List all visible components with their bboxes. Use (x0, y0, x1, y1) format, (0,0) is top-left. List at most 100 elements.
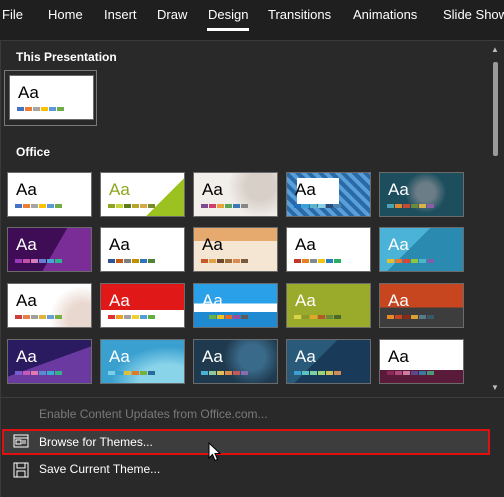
active-tab-indicator (207, 28, 249, 31)
color-swatch (294, 371, 301, 375)
color-swatch (55, 371, 62, 375)
tab-slide-show[interactable]: Slide Show (443, 7, 504, 22)
tab-home[interactable]: Home (48, 7, 83, 22)
tab-file[interactable]: File (2, 7, 23, 22)
theme-wisp[interactable]: Aa (379, 227, 464, 272)
scroll-up-arrow-icon[interactable]: ▲ (491, 45, 499, 54)
color-swatch (108, 315, 115, 319)
mouse-cursor-icon (208, 442, 222, 462)
color-swatch (225, 204, 232, 208)
color-swatch (148, 371, 155, 375)
theme-badge[interactable]: Aa (100, 283, 185, 328)
color-swatch (15, 371, 22, 375)
color-swatch (41, 107, 48, 111)
theme-color-swatches (15, 204, 62, 208)
theme-sample-text: Aa (202, 291, 223, 310)
color-swatch (39, 315, 46, 319)
color-swatch (140, 259, 147, 263)
save-current-theme-item[interactable]: Save Current Theme... (2, 457, 490, 483)
scrollbar-thumb[interactable] (493, 62, 498, 156)
scroll-down-arrow-icon[interactable]: ▼ (491, 383, 499, 392)
theme-facet[interactable]: Aa (100, 172, 185, 217)
theme-this-presentation[interactable]: Aa (9, 75, 94, 120)
tab-animations[interactable]: Animations (353, 7, 417, 22)
color-swatch (334, 259, 341, 263)
theme-color-swatches (201, 259, 248, 263)
color-swatch (302, 371, 309, 375)
theme-vapor-trail[interactable]: Aa (7, 339, 92, 384)
theme-color-swatches (294, 259, 341, 263)
color-swatch (334, 315, 341, 319)
theme-parcel[interactable]: Aa (7, 283, 92, 328)
theme-ion[interactable]: Aa (379, 172, 464, 217)
theme-wood-type[interactable]: Aa (193, 227, 278, 272)
color-swatch (318, 259, 325, 263)
color-swatch (23, 204, 30, 208)
color-swatch (241, 315, 248, 319)
theme-sample-text: Aa (109, 291, 130, 310)
color-swatch (318, 204, 325, 208)
color-swatch (17, 107, 24, 111)
tab-insert[interactable]: Insert (104, 7, 137, 22)
theme-mesh[interactable]: Aa (193, 339, 278, 384)
theme-ion-boardroom[interactable]: Aa (193, 172, 278, 217)
theme-sample-text: Aa (388, 180, 409, 199)
theme-color-swatches (15, 259, 62, 263)
color-swatch (217, 371, 224, 375)
theme-dividend[interactable]: Aa (7, 227, 92, 272)
theme-organic[interactable]: Aa (286, 172, 371, 217)
theme-damask[interactable]: Aa (286, 283, 371, 328)
color-swatch (140, 204, 147, 208)
color-swatch (419, 371, 426, 375)
section-header-office: Office (16, 145, 51, 159)
color-swatch (419, 259, 426, 263)
theme-color-swatches (15, 371, 62, 375)
color-swatch (233, 259, 240, 263)
color-swatch (427, 259, 434, 263)
color-swatch (411, 371, 418, 375)
color-swatch (33, 107, 40, 111)
color-swatch (225, 315, 232, 319)
theme-sample-text: Aa (202, 347, 223, 366)
theme-sample-text: Aa (16, 347, 37, 366)
browse-themes-icon (13, 434, 29, 448)
theme-office[interactable]: Aa (7, 172, 92, 217)
color-swatch (395, 371, 402, 375)
color-swatch (302, 259, 309, 263)
enable-content-updates-item: Enable Content Updates from Office.com..… (2, 402, 490, 428)
color-swatch (116, 315, 123, 319)
color-swatch (209, 204, 216, 208)
color-swatch (225, 259, 232, 263)
color-swatch (233, 371, 240, 375)
color-swatch (387, 315, 394, 319)
theme-retrospect[interactable]: Aa (100, 227, 185, 272)
theme-gallery[interactable]: Aa (286, 227, 371, 272)
theme-main-event[interactable]: Aa (286, 339, 371, 384)
save-theme-icon (13, 462, 29, 478)
tab-draw[interactable]: Draw (157, 7, 187, 22)
tab-transitions[interactable]: Transitions (268, 7, 331, 22)
theme-berlin[interactable]: Aa (379, 283, 464, 328)
color-swatch (201, 315, 208, 319)
color-swatch (49, 107, 56, 111)
theme-slice[interactable]: Aa (100, 339, 185, 384)
color-swatch (403, 371, 410, 375)
theme-circuit[interactable]: Aa (193, 283, 278, 328)
browse-for-themes-item[interactable]: Browse for Themes... (2, 429, 490, 455)
theme-sample-text: Aa (295, 235, 316, 254)
color-swatch (302, 315, 309, 319)
theme-sample-text: Aa (202, 180, 223, 199)
color-swatch (140, 315, 147, 319)
theme-savon[interactable]: Aa (379, 339, 464, 384)
theme-color-swatches (387, 315, 434, 319)
color-swatch (419, 204, 426, 208)
color-swatch (148, 259, 155, 263)
color-swatch (209, 259, 216, 263)
color-swatch (318, 315, 325, 319)
color-swatch (124, 315, 131, 319)
theme-color-swatches (17, 107, 64, 111)
color-swatch (47, 315, 54, 319)
color-swatch (233, 315, 240, 319)
menu-divider (1, 397, 504, 398)
tab-design[interactable]: Design (208, 7, 248, 22)
